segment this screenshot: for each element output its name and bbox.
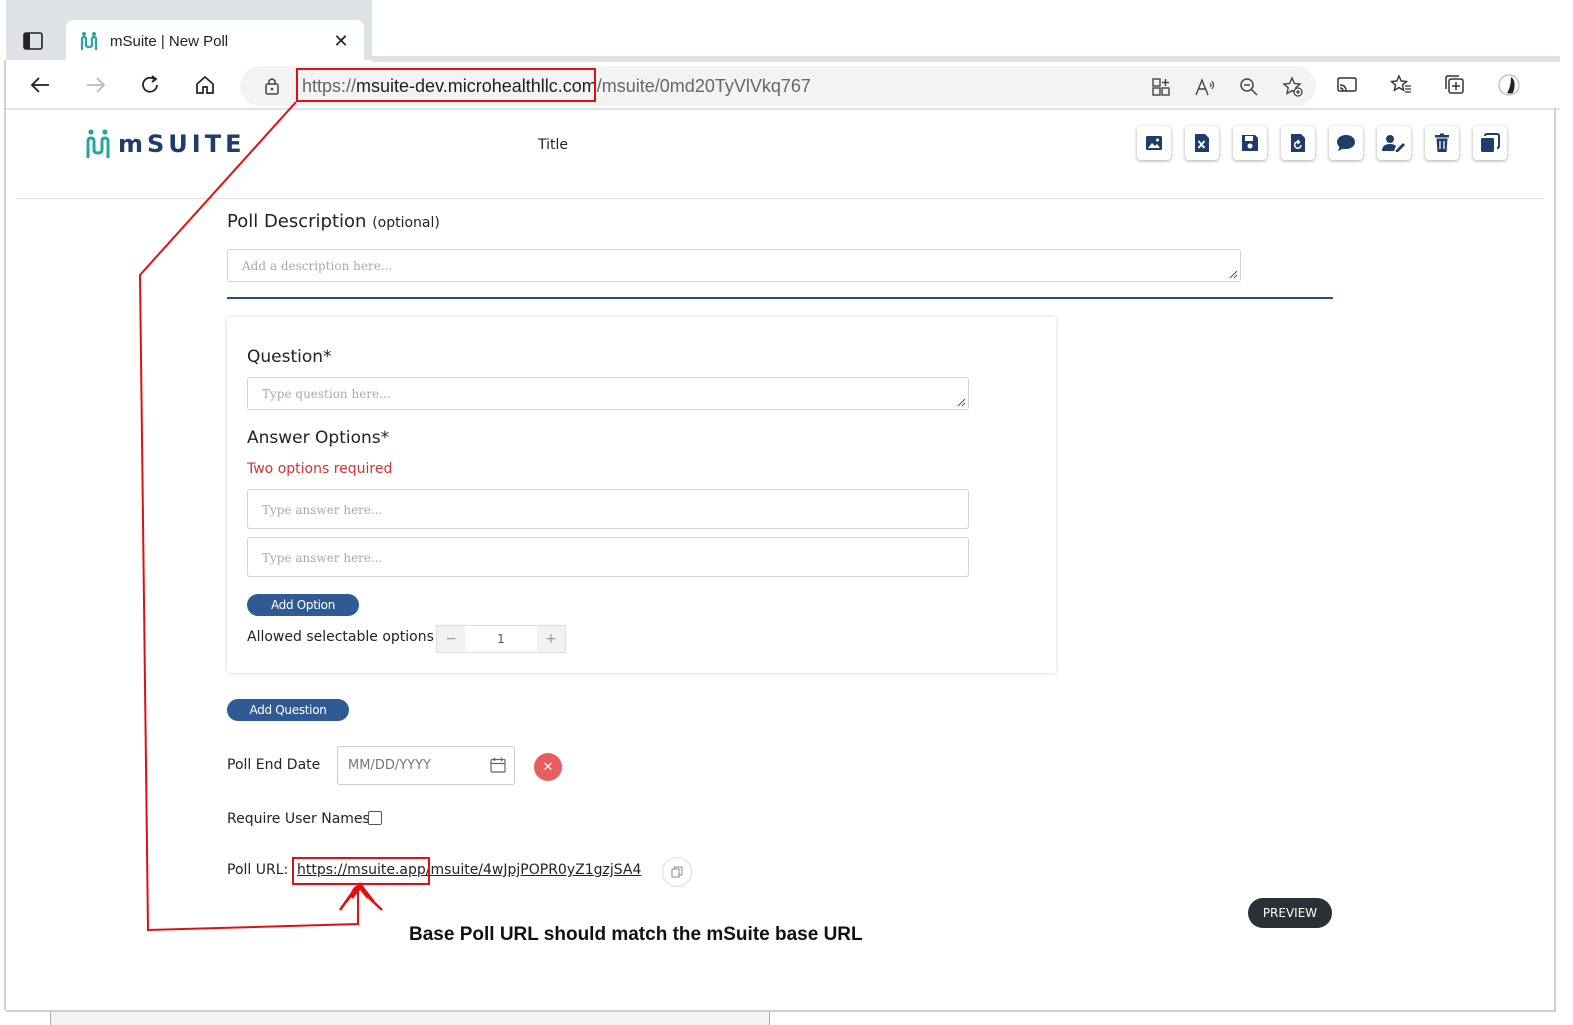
refresh-icon[interactable] xyxy=(134,70,166,100)
header-divider xyxy=(16,198,1544,199)
poll-url-path: /msuite/4wJpjPOPR0yZ1gzjSA4 xyxy=(425,862,642,878)
poll-url-label: Poll URL: xyxy=(227,862,289,878)
annotation-note: Base Poll URL should match the mSuite ba… xyxy=(409,924,863,945)
annotation-box-poll-url xyxy=(292,857,430,885)
save-poll-button[interactable] xyxy=(1233,126,1267,160)
stepper-increment-button[interactable]: + xyxy=(537,626,565,652)
insert-image-button[interactable] xyxy=(1137,126,1171,160)
question-input[interactable]: Type question here... xyxy=(247,377,969,410)
duplicate-poll-button[interactable] xyxy=(1473,126,1507,160)
tab-actions-icon[interactable] xyxy=(18,28,48,54)
msuite-favicon-icon xyxy=(80,32,98,50)
stepper-value-input[interactable]: 1 xyxy=(465,626,537,652)
back-icon[interactable] xyxy=(24,70,56,100)
delete-poll-button[interactable] xyxy=(1425,126,1459,160)
require-user-names-checkbox[interactable] xyxy=(368,811,382,825)
optional-tag: (optional) xyxy=(372,215,440,231)
require-user-names-label: Require User Names xyxy=(227,811,370,827)
user-settings-button[interactable] xyxy=(1377,126,1411,160)
stepper-decrement-button[interactable]: − xyxy=(437,626,465,652)
chrome-divider xyxy=(6,108,1560,110)
answer-placeholder: Type answer here... xyxy=(262,503,383,517)
app-available-icon[interactable] xyxy=(1148,74,1174,100)
url-path: /msuite/0md20TyVlVkq767 xyxy=(596,76,811,96)
allowed-options-stepper: − 1 + xyxy=(436,625,566,653)
window-right-border xyxy=(1554,108,1556,1012)
question-placeholder: Type question here... xyxy=(262,387,391,401)
logo-text: mSUITE xyxy=(118,130,246,158)
answer-placeholder: Type answer here... xyxy=(262,551,383,565)
excel-icon xyxy=(1195,134,1209,152)
add-favorite-icon[interactable] xyxy=(1280,74,1306,100)
add-question-button[interactable]: Add Question xyxy=(227,699,349,721)
header-actions xyxy=(1137,126,1507,160)
favorites-icon[interactable] xyxy=(1388,72,1414,98)
reset-icon xyxy=(1291,134,1305,152)
forward-icon[interactable] xyxy=(80,70,112,100)
tab-title: mSuite | New Poll xyxy=(110,32,229,50)
page-title[interactable]: Title xyxy=(538,137,568,153)
read-aloud-icon[interactable] xyxy=(1192,74,1218,100)
comments-button[interactable] xyxy=(1329,126,1363,160)
description-label-text: Poll Description xyxy=(227,211,367,232)
answer-options-label: Answer Options* xyxy=(247,428,390,448)
poll-end-date-input[interactable]: MM/DD/YYYY xyxy=(337,746,515,785)
export-excel-button[interactable] xyxy=(1185,126,1219,160)
clear-date-button[interactable]: ✕ xyxy=(534,753,562,781)
add-option-button[interactable]: Add Option xyxy=(247,594,359,616)
reset-poll-button[interactable] xyxy=(1281,126,1315,160)
copy-url-button[interactable] xyxy=(662,857,692,887)
answer-input-1[interactable]: Type answer here... xyxy=(247,489,969,529)
answer-input-2[interactable]: Type answer here... xyxy=(247,537,969,577)
copy-icon xyxy=(671,866,683,878)
resize-handle-icon[interactable] xyxy=(956,397,966,407)
calendar-icon[interactable] xyxy=(490,757,506,773)
cast-icon[interactable] xyxy=(1334,72,1360,98)
description-underline xyxy=(227,297,1333,299)
lock-icon[interactable] xyxy=(264,76,280,100)
home-icon[interactable] xyxy=(189,70,221,100)
date-placeholder: MM/DD/YYYY xyxy=(348,758,431,773)
poll-end-date-label: Poll End Date xyxy=(227,757,321,773)
browser-toolbar: https://msuite-dev.microhealthllc.com/ms… xyxy=(6,62,1560,108)
copy-icon xyxy=(1481,133,1500,152)
window-left-border xyxy=(4,60,6,1010)
tab-close-icon[interactable]: ✕ xyxy=(330,31,352,52)
msuite-logo-icon xyxy=(86,129,110,158)
zoom-out-icon[interactable] xyxy=(1236,74,1262,100)
description-placeholder: Add a description here... xyxy=(242,259,393,273)
profile-avatar-icon[interactable] xyxy=(1496,72,1522,98)
trash-icon xyxy=(1435,133,1449,152)
question-card: Question* Type question here... Answer O… xyxy=(227,317,1056,673)
save-icon xyxy=(1242,135,1258,151)
poll-description-label: Poll Description (optional) xyxy=(227,211,440,232)
user-edit-icon xyxy=(1382,135,1405,152)
annotation-box-browser-url xyxy=(296,68,596,102)
msuite-logo[interactable]: mSUITE xyxy=(84,128,245,160)
question-label: Question* xyxy=(247,347,332,367)
allowed-options-label: Allowed selectable options xyxy=(247,629,434,645)
resize-handle-icon[interactable] xyxy=(1228,269,1238,279)
collections-icon[interactable] xyxy=(1442,72,1468,98)
browser-tab[interactable]: mSuite | New Poll ✕ xyxy=(66,20,364,62)
background-window-strip xyxy=(50,1012,770,1025)
image-icon xyxy=(1146,136,1162,150)
preview-button[interactable]: PREVIEW xyxy=(1248,898,1332,928)
answer-options-error: Two options required xyxy=(247,461,393,477)
comment-icon xyxy=(1337,135,1355,151)
poll-description-input[interactable]: Add a description here... xyxy=(227,249,1241,282)
